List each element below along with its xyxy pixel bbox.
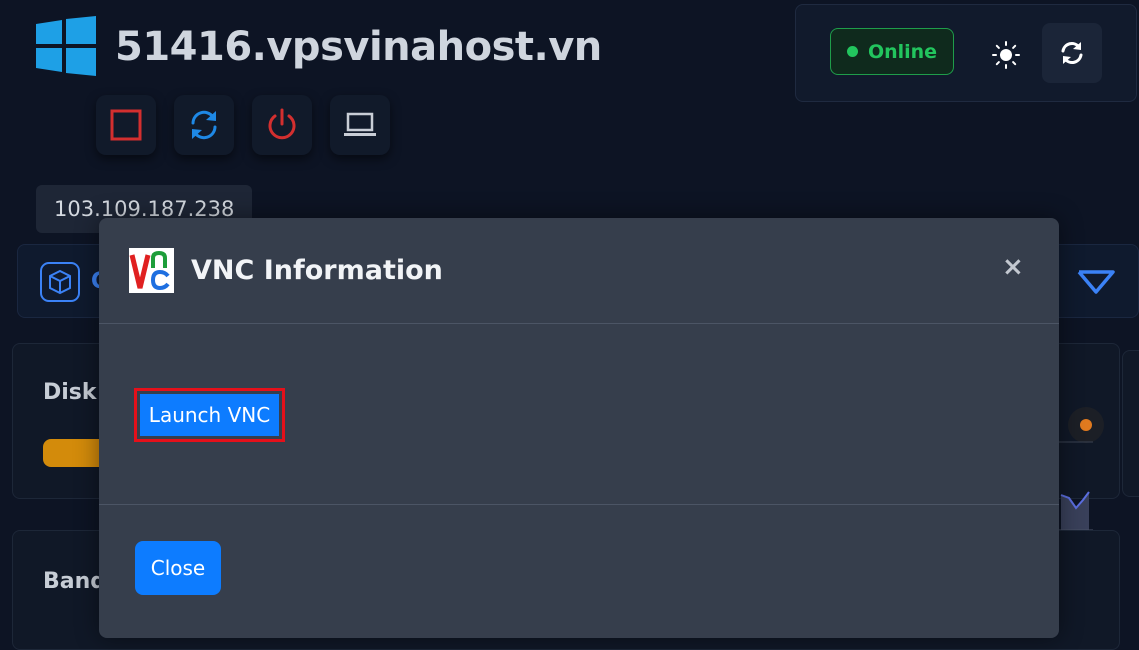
restart-icon bbox=[191, 110, 217, 140]
modal-title: VNC Information bbox=[191, 255, 443, 286]
bandwidth-label: Band bbox=[43, 569, 107, 594]
power-icon bbox=[268, 108, 296, 140]
sun-icon bbox=[992, 41, 1020, 69]
console-button[interactable] bbox=[330, 95, 390, 155]
side-card bbox=[1122, 350, 1139, 497]
online-dot-icon bbox=[846, 46, 858, 57]
power-button[interactable] bbox=[252, 95, 312, 155]
status-text: Online bbox=[867, 40, 938, 63]
restart-button[interactable] bbox=[174, 95, 234, 155]
vnc-logo-icon bbox=[129, 248, 174, 293]
server-action-bar bbox=[96, 95, 390, 155]
online-status-badge: Online bbox=[830, 28, 954, 75]
close-button[interactable]: Close bbox=[135, 541, 221, 595]
refresh-status-button[interactable] bbox=[1042, 23, 1102, 83]
modal-header: VNC Information × bbox=[99, 218, 1059, 324]
windows-logo-icon bbox=[36, 16, 96, 76]
cube-icon bbox=[40, 262, 80, 302]
close-icon[interactable]: × bbox=[1002, 254, 1024, 280]
chevron-down-icon[interactable] bbox=[1076, 268, 1116, 296]
stop-button[interactable] bbox=[96, 95, 156, 155]
stop-square-icon bbox=[110, 109, 142, 141]
modal-footer-divider bbox=[99, 504, 1059, 505]
launch-vnc-button[interactable]: Launch VNC bbox=[140, 394, 279, 436]
launch-vnc-highlight: Launch VNC bbox=[134, 388, 285, 442]
theme-toggle-button[interactable] bbox=[986, 35, 1026, 75]
laptop-icon bbox=[344, 112, 376, 136]
hostname-title: 51416.vpsvinahost.vn bbox=[115, 24, 602, 70]
refresh-icon bbox=[1061, 42, 1083, 64]
vnc-information-modal: VNC Information × Launch VNC Close bbox=[99, 218, 1059, 638]
status-panel: Online bbox=[795, 4, 1137, 102]
